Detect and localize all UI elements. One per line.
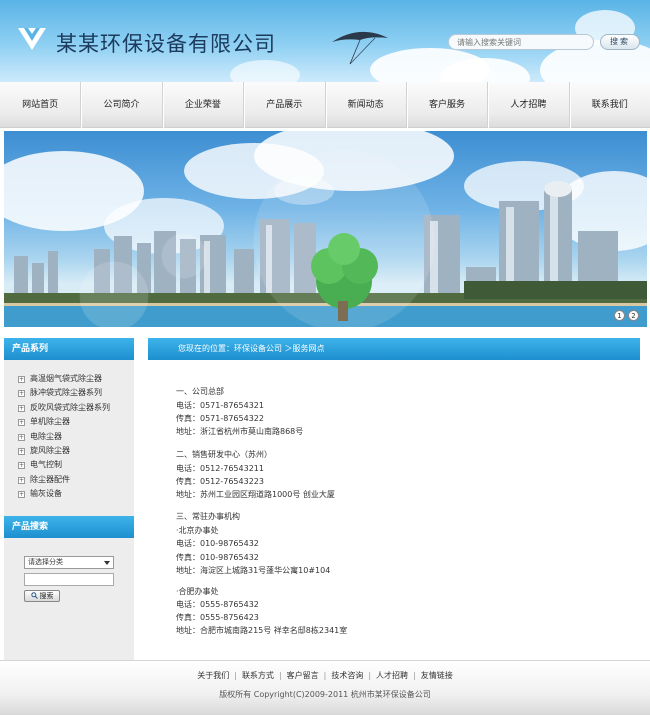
product-series-list: + 高温烟气袋式除尘器 + 脉冲袋式除尘器系列 + 反吹风袋式除尘器系列 + 单机除尘器… — [4, 360, 134, 502]
product-item-label: 电气控制 — [30, 460, 62, 470]
product-item-label: 单机除尘器 — [30, 417, 70, 427]
plus-icon: + — [18, 462, 25, 470]
contact-line: 传真：0512-76543223 — [176, 476, 264, 486]
product-item[interactable]: + 电除尘器 — [18, 430, 134, 444]
product-item-label: 除尘器配件 — [30, 474, 70, 484]
product-item[interactable]: + 电气控制 — [18, 458, 134, 472]
product-series-title: 产品系列 — [4, 338, 134, 360]
contact-line: 电话：0555-8765432 — [176, 600, 259, 610]
product-item[interactable]: + 输灰设备 — [18, 487, 134, 501]
sidebar: 产品系列 + 高温烟气袋式除尘器 + 脉冲袋式除尘器系列 + 反吹风袋式除尘器系列 +… — [4, 338, 134, 660]
nav-item-service[interactable]: 客户服务 — [407, 82, 489, 128]
plus-icon: + — [18, 376, 25, 383]
product-item[interactable]: + 脉冲袋式除尘器系列 — [18, 386, 134, 400]
product-search-form: 请选择分类 搜索 — [4, 538, 134, 602]
contact-line: 传真：0555-8756423 — [176, 613, 259, 623]
office-name: ·合肥办事处 — [176, 586, 219, 596]
contact-line: 传真：010-98765432 — [176, 552, 259, 562]
product-item-label: 旋风除尘器 — [30, 445, 70, 455]
product-item-label: 输灰设备 — [30, 489, 62, 499]
product-item-label: 反吹风袋式除尘器系列 — [30, 402, 110, 412]
site-header: 某某环保设备有限公司 搜索 — [0, 0, 650, 82]
nav-item-news[interactable]: 新闻动态 — [326, 82, 407, 128]
product-search-button[interactable]: 搜索 — [24, 589, 60, 602]
contact-line: 地址：合肥市城南路215号 祥幸名邸8栋2341室 — [176, 626, 348, 636]
magnifier-icon — [30, 592, 38, 599]
contact-line: 地址：苏州工业园区翔道路1000号 创业大厦 — [176, 489, 335, 499]
contact-line: 地址：海淀区上城路31号蓬华公寓10#104 — [176, 565, 331, 575]
plus-icon: + — [18, 404, 25, 412]
plus-icon: + — [18, 491, 25, 499]
divider: | — [278, 671, 282, 680]
product-search-button-label: 搜索 — [39, 591, 54, 600]
product-item-label: 高温烟气袋式除尘器 — [30, 374, 102, 383]
product-item[interactable]: + 反吹风袋式除尘器系列 — [18, 401, 134, 415]
slide-dot-1[interactable]: 1 — [614, 310, 625, 321]
product-item[interactable]: + 旋风除尘器 — [18, 444, 134, 458]
office-name: ·北京办事处 — [176, 526, 219, 536]
plus-icon: + — [18, 390, 25, 398]
search-button[interactable]: 搜索 — [600, 34, 640, 50]
product-search-title: 产品搜索 — [4, 515, 134, 538]
city-skyline-image — [4, 131, 647, 327]
nav-item-jobs[interactable]: 人才招聘 — [488, 82, 570, 128]
copyright: 版权所有 Copyright(C)2009-2011 杭州市某环保设备公司 — [219, 690, 431, 699]
section-title: 三、常驻办事机构 — [176, 512, 240, 522]
plus-icon: + — [18, 419, 25, 427]
main-nav: 网站首页 公司简介 企业荣誉 产品展示 新闻动态 客户服务 人才招聘 联系我们 — [0, 82, 650, 128]
nav-item-honors[interactable]: 企业荣誉 — [163, 82, 245, 128]
divider: | — [368, 671, 372, 680]
section-title: 二、销售研发中心（苏州） — [176, 449, 272, 459]
plus-icon: + — [18, 476, 25, 484]
category-select[interactable]: 请选择分类 — [24, 555, 114, 569]
plus-icon: + — [18, 433, 25, 441]
slideshow-dots: 1 2 — [614, 310, 639, 321]
site-footer: 关于我们 | 联系方式 | 客户留言 | 技术咨询 | 人才招聘 | 友情链接 版权所有 Copyr… — [0, 661, 650, 715]
cloud-decoration — [230, 60, 300, 82]
nav-item-contact[interactable]: 联系我们 — [570, 82, 650, 128]
contact-line: 地址：浙江省杭州市莫山南路868号 — [176, 427, 304, 437]
nav-item-about[interactable]: 公司简介 — [81, 82, 163, 128]
search-input[interactable] — [448, 34, 594, 50]
company-name[interactable]: 某某环保设备有限公司 — [56, 28, 276, 58]
product-item-label: 电除尘器 — [30, 431, 62, 441]
hero-banner: 1 2 — [4, 131, 647, 327]
service-network-content: 一、公司总部 电话：0571-87654321 传真：0571-87654322… — [176, 384, 616, 638]
product-item[interactable]: + 除尘器配件 — [18, 473, 134, 487]
product-item[interactable]: + 高温烟气袋式除尘器 — [18, 372, 134, 386]
keyword-input[interactable] — [24, 572, 114, 586]
footer-links: 关于我们 | 联系方式 | 客户留言 | 技术咨询 | 人才招聘 | 友情链接 — [0, 670, 650, 681]
divider: | — [323, 671, 327, 680]
chevron-down-icon — [104, 560, 110, 565]
product-item-label: 脉冲袋式除尘器系列 — [30, 388, 102, 398]
nav-item-products[interactable]: 产品展示 — [244, 82, 326, 128]
breadcrumb: 您现在的位置：环保设备公司 ＞服务网点 — [148, 338, 640, 360]
section-title: 一、公司总部 — [176, 387, 224, 396]
product-item[interactable]: + 单机除尘器 — [18, 415, 134, 429]
contact-line: 电话：010-98765432 — [176, 539, 259, 549]
slide-dot-2[interactable]: 2 — [628, 310, 639, 321]
paraglider-icon — [332, 31, 388, 65]
footer-link-contact[interactable]: 联系方式 — [242, 671, 274, 680]
contact-line: 电话：0571-87654321 — [176, 401, 264, 410]
plus-icon: + — [18, 447, 25, 455]
footer-link-guestbook[interactable]: 客户留言 — [287, 671, 319, 680]
footer-link-tech-support[interactable]: 技术咨询 — [331, 671, 363, 680]
divider: | — [413, 671, 416, 680]
nav-item-home[interactable]: 网站首页 — [0, 82, 82, 128]
logo-icon — [18, 28, 46, 50]
divider: | — [234, 671, 237, 680]
footer-link-jobs[interactable]: 人才招聘 — [376, 671, 408, 680]
contact-line: 电话：0512-76543211 — [176, 463, 264, 473]
footer-link-friend-links[interactable]: 友情链接 — [421, 671, 453, 680]
contact-line: 传真：0571-87654322 — [176, 414, 264, 424]
footer-link-about[interactable]: 关于我们 — [197, 671, 229, 680]
category-select-value: 请选择分类 — [28, 557, 63, 566]
